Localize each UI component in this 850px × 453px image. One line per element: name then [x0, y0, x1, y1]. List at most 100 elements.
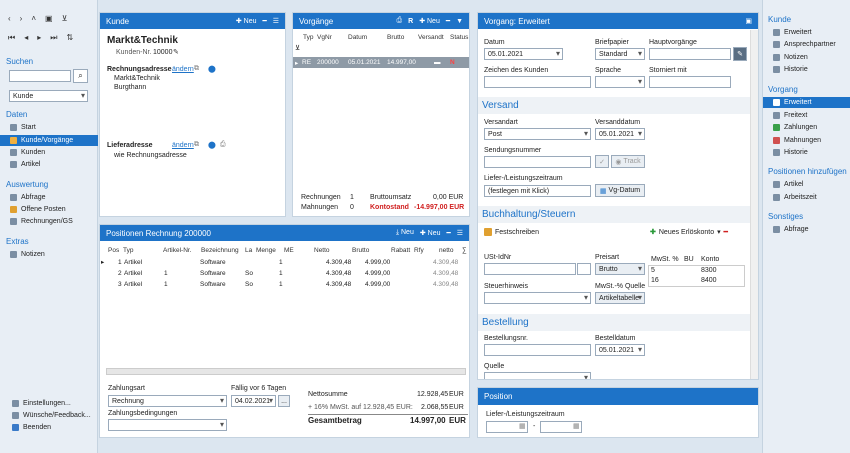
map-pin-icon[interactable]: ⬤ — [208, 65, 216, 73]
new-customer-button[interactable]: ✚ Neu — [236, 17, 257, 25]
print-icon[interactable]: ⎙ — [397, 17, 403, 25]
delivery-period-field[interactable]: (festlegen mit Klick) — [484, 185, 591, 197]
column-header[interactable]: Status — [450, 34, 468, 41]
column-header[interactable]: Menge — [256, 247, 276, 254]
first-record-icon[interactable]: ⏮ — [8, 33, 15, 43]
tax-note-select[interactable] — [484, 292, 591, 304]
vertical-scrollbar[interactable] — [750, 30, 758, 379]
new-position-button[interactable]: ✚ Neu — [420, 229, 441, 237]
calendar-icon[interactable]: ▦ — [573, 422, 580, 430]
billing-change-link[interactable]: ändern — [172, 66, 194, 73]
column-header[interactable]: ME — [284, 247, 294, 254]
action-add-arbeitszeit[interactable]: Arbeitszeit — [773, 194, 817, 201]
edit-pencil-icon[interactable]: ✎ — [733, 47, 747, 61]
action-kunde-historie[interactable]: Historie — [773, 66, 808, 73]
nav-item-feedback[interactable]: Wünsche/Feedback... — [12, 412, 91, 419]
action-zahlungen[interactable]: Zahlungen — [773, 124, 817, 131]
nav-item-artikel[interactable]: Artikel — [10, 161, 40, 168]
new-revenue-account-button[interactable]: ✚ Neues Erlöskonto ▾ ━ — [650, 228, 728, 237]
nav-item-beenden[interactable]: Beenden — [12, 424, 51, 431]
nav-item-offene-posten[interactable]: Offene Posten — [10, 206, 66, 213]
copy-icon[interactable]: ⧉ — [194, 65, 199, 73]
lock-button[interactable]: Festschreiben — [484, 228, 539, 236]
table-row[interactable]: 3 Artikel 1 Software So 1 4.309,48 4.999… — [100, 279, 469, 289]
filter-row-icon[interactable]: ⊻ — [295, 44, 300, 52]
vg-date-button[interactable]: ▦ Vg-Datum — [595, 184, 645, 197]
chevron-right-icon[interactable]: › — [20, 14, 23, 23]
chevron-left-icon[interactable]: ‹ — [8, 14, 11, 23]
nav-item-einstellungen[interactable]: Einstellungen... — [12, 400, 71, 407]
nav-item-notizen[interactable]: Notizen — [10, 251, 45, 258]
column-header[interactable]: Brutto — [352, 247, 369, 254]
previous-record-icon[interactable]: ◂ — [24, 33, 28, 43]
remove-icon[interactable]: ━ — [263, 17, 267, 25]
print-icon[interactable]: ⎙ — [220, 141, 226, 149]
action-abfrage[interactable]: Abfrage — [773, 226, 809, 233]
action-vorgang-erweitert[interactable]: Erweitert — [763, 97, 850, 108]
vat-rate[interactable]: 16 — [651, 277, 659, 284]
order-date-field[interactable]: 05.01.2021 — [595, 344, 645, 356]
nav-item-rechnungen-gs[interactable]: Rechnungen/GS — [10, 218, 73, 225]
remove-icon[interactable]: ━ — [447, 229, 451, 237]
column-header[interactable]: VgNr — [317, 34, 332, 41]
track-button[interactable]: ◉ Track — [611, 155, 645, 168]
column-header[interactable]: Rabatt — [391, 247, 410, 254]
table-row[interactable]: ▸ RE 200000 05.01.2021 14.997,00 ▬ N — [293, 57, 469, 68]
nav-item-abfrage[interactable]: Abfrage — [10, 194, 46, 201]
window-icon[interactable]: ▣ — [745, 17, 752, 25]
save-icon[interactable]: ▣ — [45, 14, 53, 23]
payment-type-select[interactable]: Rechnung — [108, 395, 227, 407]
vat-rate[interactable]: 5 — [651, 267, 655, 274]
column-header[interactable]: Bezeichnung — [201, 247, 239, 254]
table-row[interactable]: ▸ 1 Artikel Software 1 4.309,48 4.999,00… — [100, 257, 469, 267]
import-button[interactable]: ⤓ Neu — [396, 229, 414, 237]
calendar-icon[interactable]: ▦ — [519, 422, 526, 430]
filter-icon[interactable]: ⊻ — [62, 14, 68, 23]
search-input[interactable] — [9, 70, 71, 82]
sort-icon[interactable]: ⇅ — [66, 33, 73, 43]
vat-id-field[interactable] — [484, 263, 576, 275]
new-transaction-button[interactable]: ✚ Neu — [419, 17, 440, 25]
language-select[interactable] — [595, 76, 645, 88]
vat-source-select[interactable]: Artikeltabelle — [595, 292, 645, 304]
action-notizen[interactable]: Notizen — [773, 54, 808, 61]
filter-icon[interactable]: ▼ — [456, 18, 463, 25]
last-record-icon[interactable]: ⏭ — [50, 33, 57, 43]
tracking-number-field[interactable] — [484, 156, 591, 168]
source-select[interactable] — [484, 372, 591, 379]
vat-id-check-field[interactable] — [577, 263, 591, 275]
column-header[interactable]: Rfy — [414, 247, 424, 254]
due-more-button[interactable]: ... — [278, 395, 290, 407]
column-header[interactable]: Brutto — [387, 34, 404, 41]
remove-icon[interactable]: ━ — [446, 17, 450, 25]
action-vorgang-historie[interactable]: Historie — [773, 149, 808, 156]
action-kunde-erweitert[interactable]: Erweitert — [773, 29, 812, 36]
table-row[interactable]: 2 Artikel 1 Software So 1 4.309,48 4.999… — [100, 268, 469, 278]
action-freitext[interactable]: Freitext — [773, 112, 807, 119]
price-type-select[interactable]: Brutto — [595, 263, 645, 275]
nav-item-start[interactable]: Start — [10, 124, 36, 131]
column-header[interactable]: Versandt — [418, 34, 444, 41]
action-ansprechpartner[interactable]: Ansprechpartner — [773, 41, 836, 48]
map-pin-icon[interactable]: ⬤ — [208, 141, 216, 149]
edit-pencil-icon[interactable]: ✎ — [173, 48, 179, 56]
horizontal-scrollbar[interactable] — [106, 368, 466, 375]
main-transactions-field[interactable] — [649, 48, 731, 60]
search-type-select[interactable]: Kunde — [9, 90, 88, 102]
action-mahnungen[interactable]: Mahnungen — [773, 137, 821, 144]
check-icon[interactable]: ✓ — [595, 155, 609, 168]
column-header[interactable]: ∑ — [462, 247, 467, 254]
due-date-field[interactable]: 04.02.2021 — [231, 395, 276, 407]
column-header[interactable]: Netto — [314, 247, 330, 254]
delivery-change-link[interactable]: ändern — [172, 142, 194, 149]
next-record-icon[interactable]: ▸ — [37, 33, 41, 43]
menu-icon[interactable]: ☰ — [273, 17, 279, 25]
shipping-type-select[interactable]: Post — [484, 128, 591, 140]
column-header[interactable]: Typ — [123, 247, 133, 254]
letterhead-select[interactable]: Standard — [595, 48, 645, 60]
search-icon[interactable]: ⌕ — [73, 69, 88, 83]
column-header[interactable]: La — [245, 247, 252, 254]
date-field[interactable]: 05.01.2021 — [484, 48, 563, 60]
vat-account[interactable]: 8300 — [701, 267, 717, 274]
action-add-artikel[interactable]: Artikel — [773, 181, 803, 188]
